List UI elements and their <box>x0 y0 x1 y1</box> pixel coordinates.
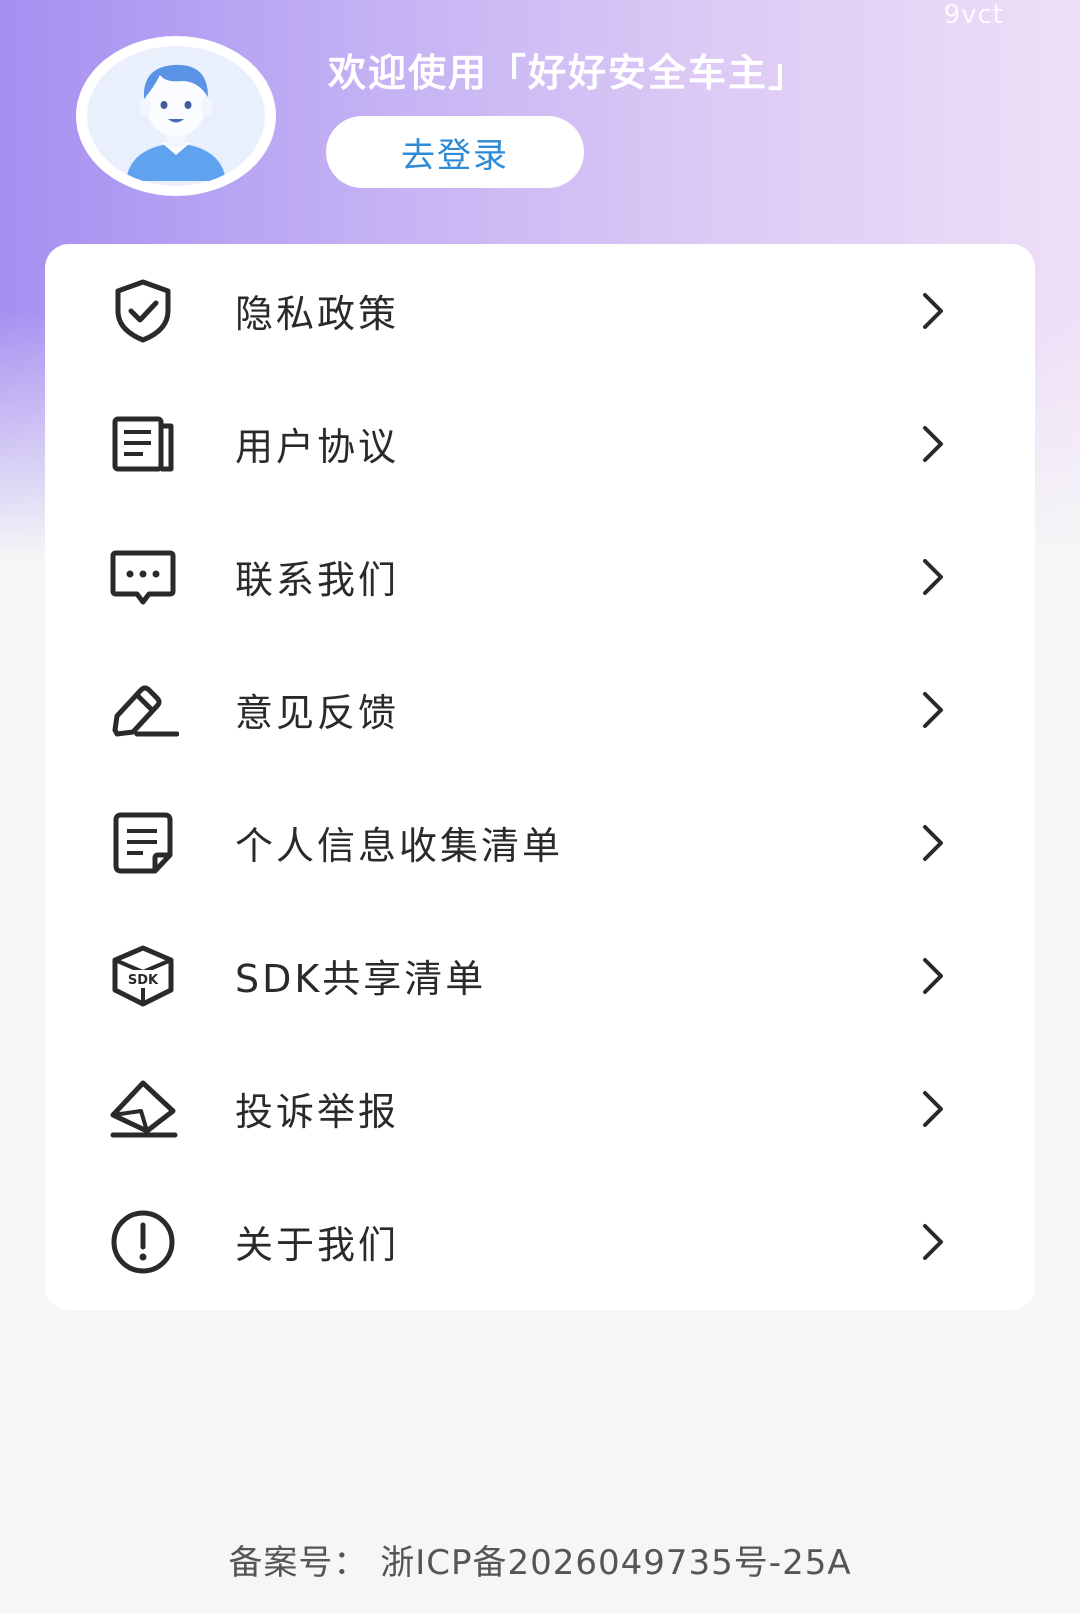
menu-item-complaint-report[interactable]: 投诉举报 <box>45 1042 1035 1175</box>
menu-item-label: 联系我们 <box>235 558 400 602</box>
pencil-icon <box>107 674 179 746</box>
chevron-right-icon <box>915 1222 951 1262</box>
envelope-icon <box>107 1073 179 1145</box>
user-avatar-icon <box>126 64 226 181</box>
chevron-right-icon <box>915 424 951 464</box>
chevron-right-icon <box>915 823 951 863</box>
avatar-image <box>87 46 265 186</box>
svg-text:SDK: SDK <box>128 973 159 988</box>
welcome-title: 欢迎使用「好好安全车主」 <box>328 51 809 95</box>
chevron-right-icon <box>915 690 951 730</box>
avatar[interactable] <box>76 36 276 196</box>
menu-item-label: SDK共享清单 <box>235 957 487 1001</box>
menu-item-sdk-sharing-list[interactable]: SDK SDK共享清单 <box>45 909 1035 1042</box>
watermark-text: 9vct <box>943 0 1004 30</box>
menu-item-personal-info-list[interactable]: 个人信息收集清单 <box>45 776 1035 909</box>
chat-bubble-icon <box>107 541 179 613</box>
shield-check-icon <box>107 275 179 347</box>
sdk-box-icon: SDK <box>107 940 179 1012</box>
icp-record-text: 备案号： 浙ICP备2026049735号-25A <box>228 1543 852 1583</box>
chevron-right-icon <box>915 557 951 597</box>
menu-item-label: 隐私政策 <box>235 292 400 336</box>
menu-item-contact-us[interactable]: 联系我们 <box>45 510 1035 643</box>
menu-item-about-us[interactable]: 关于我们 <box>45 1175 1035 1308</box>
menu-item-privacy-policy[interactable]: 隐私政策 <box>45 244 1035 377</box>
document-list-icon <box>107 408 179 480</box>
menu-item-label: 用户协议 <box>235 425 400 469</box>
menu-item-label: 意见反馈 <box>235 691 400 735</box>
chevron-right-icon <box>915 956 951 996</box>
menu-item-feedback[interactable]: 意见反馈 <box>45 643 1035 776</box>
menu-item-label: 投诉举报 <box>235 1090 400 1134</box>
menu-card: 隐私政策 用户协议 联系我们 意见反馈 个人信息收集清单 SDK SDK共享清单… <box>45 244 1035 1310</box>
chevron-right-icon <box>915 291 951 331</box>
menu-item-label: 个人信息收集清单 <box>235 824 564 868</box>
menu-item-user-agreement[interactable]: 用户协议 <box>45 377 1035 510</box>
info-alert-icon <box>107 1206 179 1278</box>
chevron-right-icon <box>915 1089 951 1129</box>
note-icon <box>107 807 179 879</box>
menu-item-label: 关于我们 <box>235 1223 400 1267</box>
login-button[interactable]: 去登录 <box>326 116 584 188</box>
